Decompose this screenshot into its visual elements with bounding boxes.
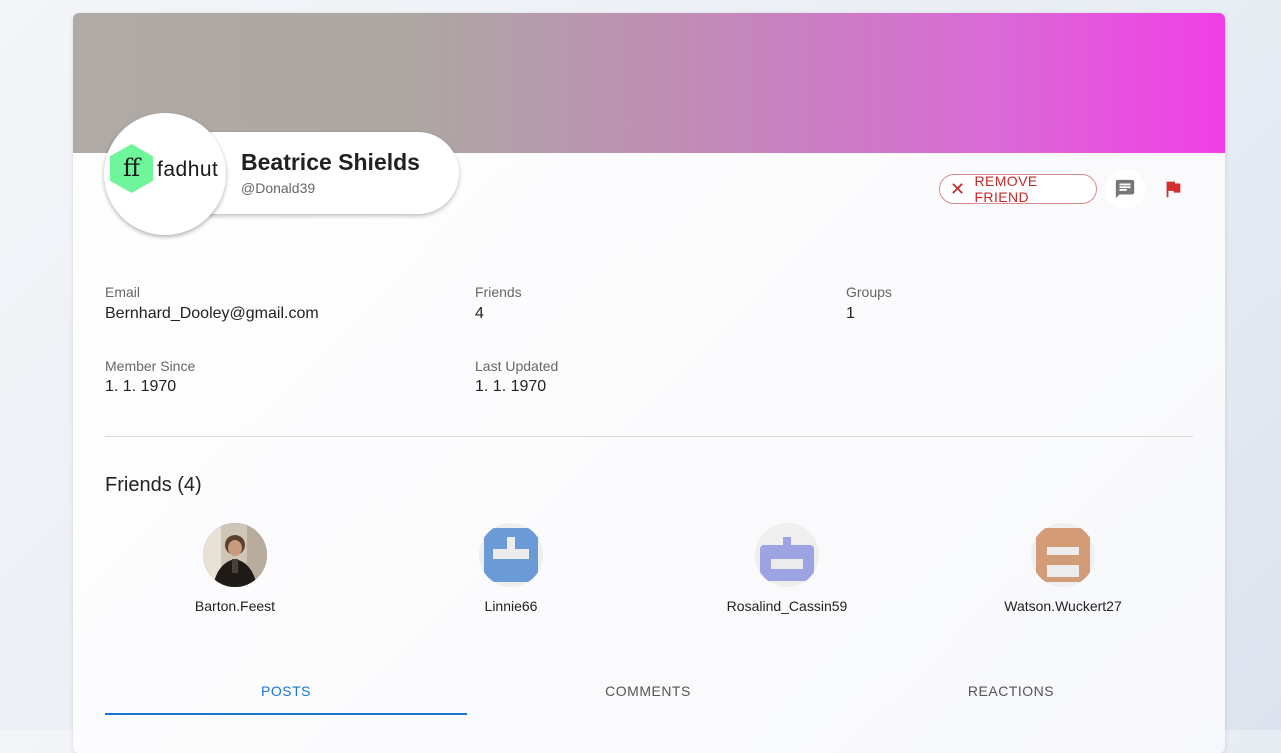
message-button[interactable] [1105, 169, 1145, 209]
friend-avatar [1031, 523, 1095, 587]
last-updated-value: 1. 1. 1970 [475, 378, 547, 395]
friend-avatar [203, 523, 267, 587]
friend-name: Rosalind_Cassin59 [726, 598, 848, 614]
profile-name: Beatrice Shields [241, 149, 420, 175]
tab-posts[interactable]: POSTS [105, 681, 467, 715]
friends-count-label: Friends [475, 284, 522, 300]
friend-name: Linnie66 [484, 598, 538, 614]
groups-value: 1 [846, 305, 855, 322]
member-since-value: 1. 1. 1970 [105, 378, 177, 395]
friends-count-value: 4 [475, 305, 484, 322]
friend-name: Watson.Wuckert27 [1004, 598, 1122, 614]
tab-comments[interactable]: COMMENTS [467, 681, 829, 715]
svg-text:ff: ff [123, 154, 142, 182]
chat-icon [1115, 179, 1135, 199]
friend-avatar [755, 523, 819, 587]
divider [105, 436, 1193, 437]
friend-item[interactable]: Rosalind_Cassin59 [687, 523, 887, 614]
friend-avatar [479, 523, 543, 587]
flag-icon [1166, 181, 1181, 198]
email-label: Email [105, 284, 141, 300]
logo-icon: ff [110, 144, 153, 193]
avatar[interactable]: ff fadhut [104, 113, 226, 235]
last-updated-label: Last Updated [475, 358, 559, 374]
friend-name: Barton.Feest [194, 598, 276, 614]
profile-card: Beatrice Shields @Donald39 ff fadhut ✕ R… [73, 13, 1225, 753]
friend-item[interactable]: Watson.Wuckert27 [963, 523, 1163, 614]
friends-section-title: Friends (4) [105, 474, 202, 496]
friend-item[interactable]: Barton.Feest [135, 523, 335, 614]
remove-friend-label: REMOVE FRIEND [974, 173, 1038, 205]
logo-wordmark: fadhut [157, 158, 219, 181]
remove-friend-button[interactable]: ✕ REMOVE FRIEND [939, 173, 1097, 205]
close-icon: ✕ [950, 179, 966, 199]
member-since-label: Member Since [105, 358, 196, 374]
groups-label: Groups [846, 284, 892, 300]
friend-item[interactable]: Linnie66 [411, 523, 611, 614]
report-button[interactable] [1153, 169, 1193, 209]
email-value: Bernhard_Dooley@gmail.com [105, 305, 319, 322]
profile-handle: @Donald39 [241, 180, 316, 196]
tab-reactions[interactable]: REACTIONS [830, 681, 1192, 715]
